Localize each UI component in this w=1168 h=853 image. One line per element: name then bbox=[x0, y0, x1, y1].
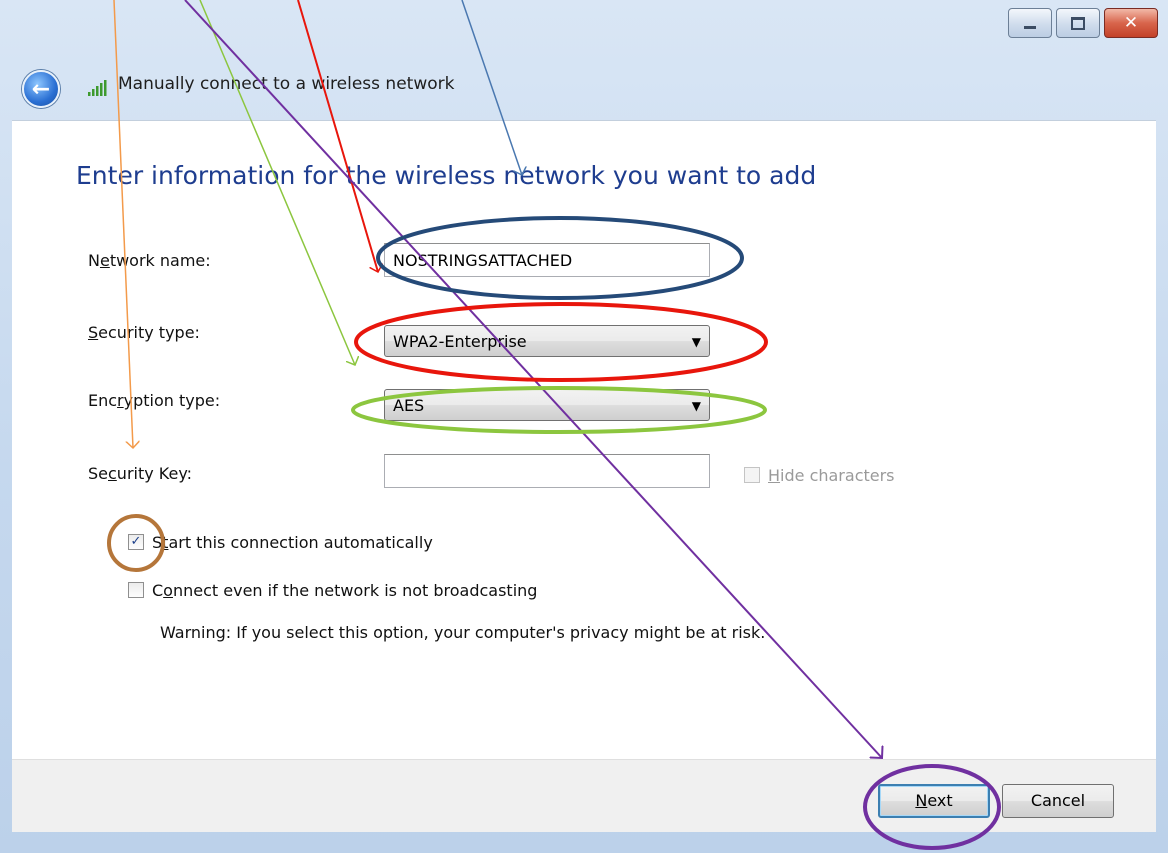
minimize-button[interactable] bbox=[1008, 8, 1052, 38]
button-bar: Next Cancel bbox=[12, 759, 1156, 832]
page-heading: Enter information for the wireless netwo… bbox=[76, 161, 817, 190]
cancel-button[interactable]: Cancel bbox=[1002, 784, 1114, 818]
encryption-type-label: Encryption type: bbox=[88, 391, 221, 410]
hide-characters-checkbox[interactable] bbox=[744, 467, 760, 483]
wireless-signal-icon bbox=[88, 80, 107, 96]
network-name-input[interactable]: NOSTRINGSATTACHED bbox=[384, 243, 710, 277]
security-type-label: Security type: bbox=[88, 323, 200, 342]
caption-buttons: ✕ bbox=[1008, 8, 1158, 38]
minimize-icon bbox=[1024, 25, 1036, 29]
security-key-input[interactable] bbox=[384, 454, 710, 488]
start-automatically-label: Start this connection automatically bbox=[152, 533, 433, 552]
security-key-label: Security Key: bbox=[88, 464, 193, 483]
next-button[interactable]: Next bbox=[878, 784, 990, 818]
security-type-value: WPA2-Enterprise bbox=[393, 332, 527, 351]
maximize-button[interactable] bbox=[1056, 8, 1100, 38]
maximize-icon bbox=[1071, 16, 1085, 30]
network-name-label: Network name: bbox=[88, 251, 211, 270]
hide-characters-label: Hide characters bbox=[768, 466, 895, 485]
dropdown-arrow-icon: ▼ bbox=[691, 335, 701, 349]
encryption-type-value: AES bbox=[393, 396, 425, 415]
dialog-window: ✕ ← Manually connect to a wireless netwo… bbox=[0, 0, 1168, 853]
connect-hidden-checkbox[interactable] bbox=[128, 582, 144, 598]
dropdown-arrow-icon: ▼ bbox=[691, 399, 701, 413]
privacy-warning-text: Warning: If you select this option, your… bbox=[160, 623, 766, 642]
content-panel: Enter information for the wireless netwo… bbox=[12, 120, 1156, 832]
encryption-type-select[interactable]: AES ▼ bbox=[384, 389, 710, 421]
start-automatically-checkbox[interactable]: ✓ bbox=[128, 534, 144, 550]
connect-hidden-label: Connect even if the network is not broad… bbox=[152, 581, 538, 600]
security-type-select[interactable]: WPA2-Enterprise ▼ bbox=[384, 325, 710, 357]
close-icon: ✕ bbox=[1123, 13, 1139, 33]
close-button[interactable]: ✕ bbox=[1104, 8, 1158, 38]
window-title: Manually connect to a wireless network bbox=[118, 74, 455, 94]
back-arrow-icon: ← bbox=[31, 76, 51, 102]
back-button[interactable]: ← bbox=[22, 70, 60, 108]
